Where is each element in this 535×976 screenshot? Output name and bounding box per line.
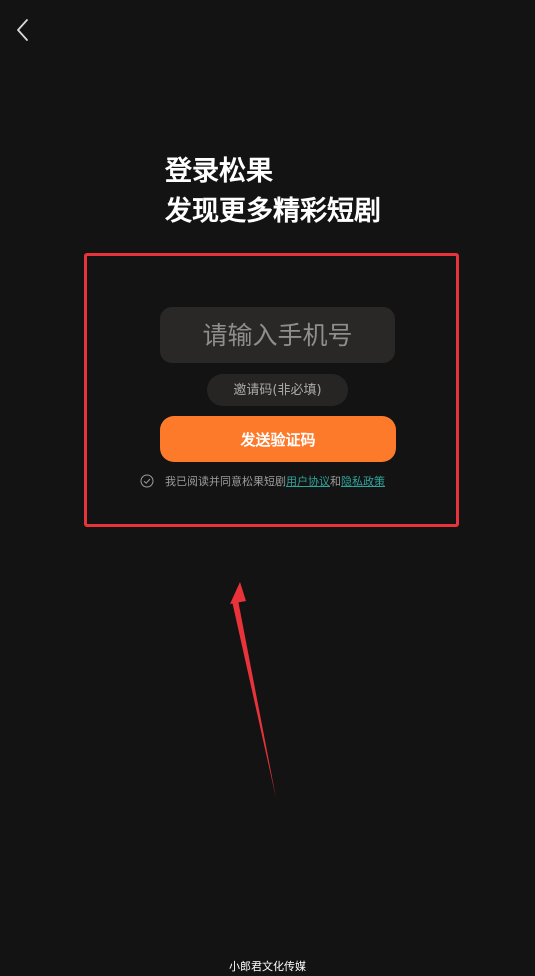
watermark-text: 小郎君文化传媒 bbox=[229, 960, 306, 973]
user-agreement-link[interactable]: 用户协议 bbox=[286, 473, 330, 489]
send-code-button[interactable]: 发送验证码 bbox=[160, 416, 396, 462]
invite-code-input[interactable] bbox=[207, 374, 348, 406]
phone-number-input[interactable] bbox=[160, 307, 395, 363]
agreement-and-text: 和 bbox=[330, 475, 341, 488]
headline-line-1: 登录松果 bbox=[165, 156, 273, 187]
privacy-policy-link[interactable]: 隐私政策 bbox=[341, 473, 385, 489]
agreement-row: 我已阅读并同意松果短剧 用户协议 和 隐私政策 bbox=[140, 472, 385, 490]
back-button[interactable] bbox=[8, 14, 36, 46]
page-title: 登录松果 发现更多精彩短剧 bbox=[165, 152, 381, 232]
chevron-left-icon bbox=[17, 19, 28, 41]
headline-line-2: 发现更多精彩短剧 bbox=[165, 196, 381, 227]
check-circle-icon[interactable] bbox=[140, 474, 154, 488]
agreement-text: 我已阅读并同意松果短剧 bbox=[165, 475, 286, 488]
login-page: 登录松果 发现更多精彩短剧 发送验证码 我已阅读并同意松果短剧 用户协议 和 隐… bbox=[0, 0, 535, 976]
